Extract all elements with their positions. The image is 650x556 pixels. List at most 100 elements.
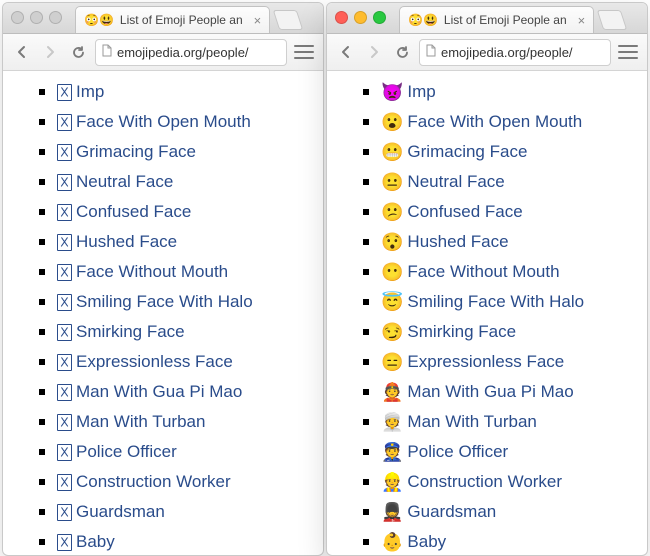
emoji-label: Guardsman: [76, 502, 165, 522]
emoji-glyph: 😐: [381, 173, 403, 191]
tab-strip: 😳😃 List of Emoji People an ×: [327, 3, 647, 34]
browser-tab[interactable]: 😳😃 List of Emoji People an ×: [399, 6, 594, 33]
emoji-link[interactable]: 😶Face Without Mouth: [379, 261, 562, 283]
list-item: 😏Smirking Face: [363, 317, 639, 347]
missing-glyph-icon: [57, 384, 72, 401]
emoji-link[interactable]: 😏Smirking Face: [379, 321, 518, 343]
emoji-link[interactable]: 😮Face With Open Mouth: [379, 111, 584, 133]
bullet-icon: [363, 539, 369, 545]
list-item: Grimacing Face: [39, 137, 315, 167]
emoji-link[interactable]: Hushed Face: [55, 231, 179, 253]
close-window-icon[interactable]: [11, 11, 24, 24]
new-tab-button[interactable]: [597, 10, 627, 30]
browser-tab[interactable]: 😳😃 List of Emoji People an ×: [75, 6, 270, 33]
page-content: 👿Imp 😮Face With Open Mouth 😬Grimacing Face…: [327, 71, 647, 556]
emoji-link[interactable]: Smirking Face: [55, 321, 187, 343]
list-item: 👷Construction Worker: [363, 467, 639, 497]
close-tab-icon[interactable]: ×: [573, 13, 586, 28]
emoji-link[interactable]: 👮Police Officer: [379, 441, 510, 463]
bullet-icon: [39, 179, 45, 185]
emoji-label: Hushed Face: [407, 232, 508, 252]
emoji-link[interactable]: 😕Confused Face: [379, 201, 525, 223]
emoji-link[interactable]: 😯Hushed Face: [379, 231, 511, 253]
emoji-link[interactable]: 😬Grimacing Face: [379, 141, 529, 163]
list-item: Police Officer: [39, 437, 315, 467]
emoji-link[interactable]: 👲Man With Gua Pi Mao: [379, 381, 576, 403]
emoji-link[interactable]: Expressionless Face: [55, 351, 235, 373]
emoji-link[interactable]: 👶Baby: [379, 531, 448, 553]
emoji-link[interactable]: Neutral Face: [55, 171, 175, 193]
bullet-icon: [363, 329, 369, 335]
hamburger-icon: [294, 45, 314, 59]
reload-button[interactable]: [67, 41, 89, 63]
bullet-icon: [363, 299, 369, 305]
emoji-link[interactable]: Construction Worker: [55, 471, 233, 493]
emoji-label: Baby: [76, 532, 115, 552]
emoji-label: Face Without Mouth: [76, 262, 228, 282]
url-text: emojipedia.org/people/: [441, 45, 573, 60]
emoji-label: Construction Worker: [407, 472, 562, 492]
menu-button[interactable]: [293, 41, 315, 63]
emoji-label: Man With Turban: [407, 412, 536, 432]
address-bar[interactable]: emojipedia.org/people/: [95, 39, 287, 66]
zoom-window-icon[interactable]: [373, 11, 386, 24]
emoji-label: Face Without Mouth: [407, 262, 559, 282]
emoji-link[interactable]: Imp: [55, 81, 106, 103]
close-window-icon[interactable]: [335, 11, 348, 24]
missing-glyph-icon: [57, 534, 72, 551]
emoji-link[interactable]: Man With Turban: [55, 411, 207, 433]
list-item: Baby: [39, 527, 315, 556]
missing-glyph-icon: [57, 414, 72, 431]
forward-arrow-icon: [43, 45, 57, 59]
page-icon: [426, 44, 436, 60]
bullet-icon: [363, 269, 369, 275]
emoji-link[interactable]: Guardsman: [55, 501, 167, 523]
emoji-link[interactable]: Face Without Mouth: [55, 261, 230, 283]
list-item: 👲Man With Gua Pi Mao: [363, 377, 639, 407]
back-arrow-icon: [15, 45, 29, 59]
emoji-link[interactable]: 😐Neutral Face: [379, 171, 507, 193]
bullet-icon: [363, 149, 369, 155]
emoji-link[interactable]: Smiling Face With Halo: [55, 291, 255, 313]
missing-glyph-icon: [57, 234, 72, 251]
missing-glyph-icon: [57, 504, 72, 521]
emoji-link[interactable]: 💂Guardsman: [379, 501, 498, 523]
menu-button[interactable]: [617, 41, 639, 63]
emoji-link[interactable]: Baby: [55, 531, 117, 553]
tab-strip: 😳😃 List of Emoji People an ×: [3, 3, 323, 34]
forward-button[interactable]: [39, 41, 61, 63]
bullet-icon: [363, 509, 369, 515]
emoji-link[interactable]: 👳Man With Turban: [379, 411, 539, 433]
new-tab-button[interactable]: [273, 10, 303, 30]
close-tab-icon[interactable]: ×: [249, 13, 262, 28]
emoji-link[interactable]: 😇Smiling Face With Halo: [379, 291, 586, 313]
emoji-link[interactable]: Confused Face: [55, 201, 193, 223]
list-item: 👮Police Officer: [363, 437, 639, 467]
forward-button[interactable]: [363, 41, 385, 63]
emoji-link[interactable]: 👿Imp: [379, 81, 438, 103]
emoji-link[interactable]: 👷Construction Worker: [379, 471, 564, 493]
emoji-link[interactable]: Grimacing Face: [55, 141, 198, 163]
address-bar[interactable]: emojipedia.org/people/: [419, 39, 611, 66]
emoji-glyph: 😏: [381, 323, 403, 341]
bullet-icon: [363, 479, 369, 485]
emoji-glyph: 👳: [381, 413, 403, 431]
emoji-link[interactable]: Face With Open Mouth: [55, 111, 253, 133]
missing-glyph-icon: [57, 144, 72, 161]
list-item: Face Without Mouth: [39, 257, 315, 287]
missing-glyph-icon: [57, 204, 72, 221]
emoji-glyph: 😇: [381, 293, 403, 311]
zoom-window-icon[interactable]: [49, 11, 62, 24]
minimize-window-icon[interactable]: [30, 11, 43, 24]
bullet-icon: [363, 359, 369, 365]
emoji-label: Neutral Face: [407, 172, 504, 192]
emoji-link[interactable]: Police Officer: [55, 441, 179, 463]
minimize-window-icon[interactable]: [354, 11, 367, 24]
back-button[interactable]: [11, 41, 33, 63]
favicon: 😳😃: [84, 14, 114, 26]
reload-button[interactable]: [391, 41, 413, 63]
emoji-label: Grimacing Face: [76, 142, 196, 162]
emoji-link[interactable]: 😑Expressionless Face: [379, 351, 566, 373]
back-button[interactable]: [335, 41, 357, 63]
emoji-link[interactable]: Man With Gua Pi Mao: [55, 381, 244, 403]
